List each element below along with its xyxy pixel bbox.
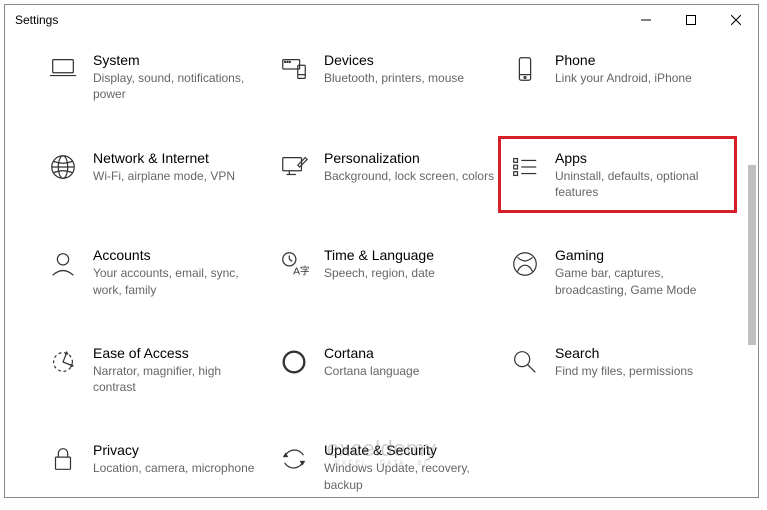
tile-title: Devices bbox=[324, 51, 495, 69]
settings-grid: System Display, sound, notifications, po… bbox=[45, 47, 728, 497]
tile-update-security[interactable]: Update & Security Windows Update, recove… bbox=[276, 437, 497, 497]
empty-cell bbox=[507, 437, 728, 497]
tile-subtitle: Display, sound, notifications, power bbox=[93, 70, 264, 102]
tile-title: Accounts bbox=[93, 246, 264, 264]
maximize-button[interactable] bbox=[668, 5, 713, 35]
close-button[interactable] bbox=[713, 5, 758, 35]
tile-title: Update & Security bbox=[324, 441, 495, 459]
tile-title: Cortana bbox=[324, 344, 495, 362]
devices-icon bbox=[278, 53, 310, 85]
settings-window: Settings System Display, sound, noti bbox=[4, 4, 759, 498]
window-title: Settings bbox=[15, 13, 58, 27]
update-icon bbox=[278, 443, 310, 475]
tile-subtitle: Find my files, permissions bbox=[555, 363, 726, 379]
tile-system[interactable]: System Display, sound, notifications, po… bbox=[45, 47, 266, 107]
tile-subtitle: Location, camera, microphone bbox=[93, 460, 264, 476]
person-icon bbox=[47, 248, 79, 280]
ease-of-access-icon bbox=[47, 346, 79, 378]
tile-title: Search bbox=[555, 344, 726, 362]
apps-list-icon bbox=[509, 151, 541, 183]
scrollbar[interactable] bbox=[744, 35, 758, 497]
tile-title: Apps bbox=[555, 149, 726, 167]
cortana-icon bbox=[278, 346, 310, 378]
tile-subtitle: Wi-Fi, airplane mode, VPN bbox=[93, 168, 264, 184]
tile-cortana[interactable]: Cortana Cortana language bbox=[276, 340, 497, 400]
tile-title: Network & Internet bbox=[93, 149, 264, 167]
tile-apps[interactable]: Apps Uninstall, defaults, optional featu… bbox=[507, 145, 728, 205]
tile-title: Time & Language bbox=[324, 246, 495, 264]
tile-title: Gaming bbox=[555, 246, 726, 264]
window-controls bbox=[623, 5, 758, 35]
tile-subtitle: Windows Update, recovery, backup bbox=[324, 460, 495, 492]
tile-subtitle: Uninstall, defaults, optional features bbox=[555, 168, 726, 200]
tile-subtitle: Cortana language bbox=[324, 363, 495, 379]
tile-subtitle: Background, lock screen, colors bbox=[324, 168, 495, 184]
tile-accounts[interactable]: Accounts Your accounts, email, sync, wor… bbox=[45, 242, 266, 302]
search-icon bbox=[509, 346, 541, 378]
tile-title: Privacy bbox=[93, 441, 264, 459]
tile-subtitle: Game bar, captures, broadcasting, Game M… bbox=[555, 265, 726, 297]
tile-gaming[interactable]: Gaming Game bar, captures, broadcasting,… bbox=[507, 242, 728, 302]
tile-title: Phone bbox=[555, 51, 726, 69]
tile-privacy[interactable]: Privacy Location, camera, microphone bbox=[45, 437, 266, 497]
tile-time-language[interactable]: A字 Time & Language Speech, region, date bbox=[276, 242, 497, 302]
tile-subtitle: Your accounts, email, sync, work, family bbox=[93, 265, 264, 297]
minimize-button[interactable] bbox=[623, 5, 668, 35]
tile-search[interactable]: Search Find my files, permissions bbox=[507, 340, 728, 400]
laptop-icon bbox=[47, 53, 79, 85]
time-language-icon: A字 bbox=[278, 248, 310, 280]
tile-title: Personalization bbox=[324, 149, 495, 167]
lock-icon bbox=[47, 443, 79, 475]
svg-text:A字: A字 bbox=[293, 264, 309, 277]
personalization-icon bbox=[278, 151, 310, 183]
tile-subtitle: Link your Android, iPhone bbox=[555, 70, 726, 86]
tile-phone[interactable]: Phone Link your Android, iPhone bbox=[507, 47, 728, 107]
scrollbar-thumb[interactable] bbox=[748, 165, 756, 345]
tile-personalization[interactable]: Personalization Background, lock screen,… bbox=[276, 145, 497, 205]
globe-icon bbox=[47, 151, 79, 183]
tile-ease-of-access[interactable]: Ease of Access Narrator, magnifier, high… bbox=[45, 340, 266, 400]
tile-title: System bbox=[93, 51, 264, 69]
tile-network[interactable]: Network & Internet Wi-Fi, airplane mode,… bbox=[45, 145, 266, 205]
tile-devices[interactable]: Devices Bluetooth, printers, mouse bbox=[276, 47, 497, 107]
tile-subtitle: Speech, region, date bbox=[324, 265, 495, 281]
phone-icon bbox=[509, 53, 541, 85]
tile-subtitle: Narrator, magnifier, high contrast bbox=[93, 363, 264, 395]
xbox-icon bbox=[509, 248, 541, 280]
tile-title: Ease of Access bbox=[93, 344, 264, 362]
tile-subtitle: Bluetooth, printers, mouse bbox=[324, 70, 495, 86]
settings-content: System Display, sound, notifications, po… bbox=[5, 35, 758, 497]
titlebar: Settings bbox=[5, 5, 758, 35]
